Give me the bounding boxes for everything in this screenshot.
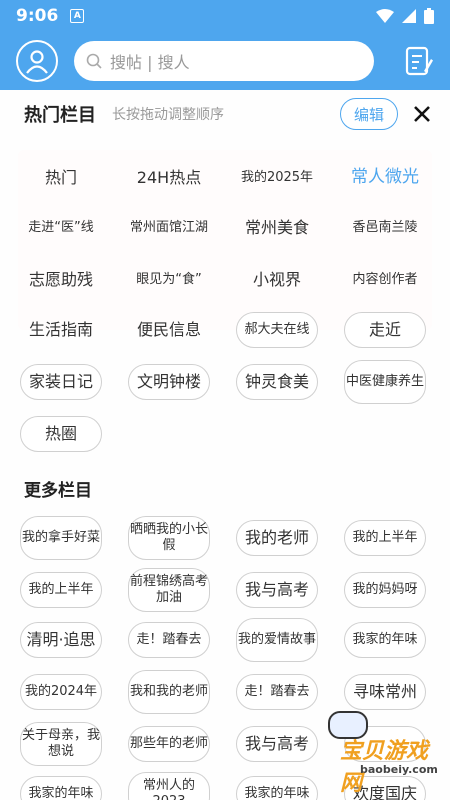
more-columns-title: 更多栏目 (24, 481, 92, 501)
column-chip[interactable]: 郝大夫在线 (236, 312, 318, 348)
status-bar: 9:06 A (0, 0, 450, 32)
more-column-chip[interactable]: 清明·追思 (20, 622, 102, 658)
column-chip[interactable]: 生活指南 (20, 312, 102, 348)
more-column-chip[interactable]: 我的妈妈呀 (344, 572, 426, 608)
column-chip[interactable]: 走进“医”线 (20, 210, 102, 246)
more-column-chip[interactable]: 我的上半年 (20, 572, 102, 608)
status-time: 9:06 (16, 6, 59, 26)
more-column-chip[interactable]: 我家的年味 (20, 776, 102, 800)
edit-button[interactable]: 编辑 (340, 98, 398, 130)
column-chip[interactable]: 志愿助残 (20, 262, 102, 298)
compose-icon (405, 46, 433, 76)
more-column-chip[interactable]: 走！踏春去 (128, 622, 210, 658)
more-column-chip[interactable]: 关于母亲，我想说 (20, 722, 102, 766)
column-chip[interactable]: 走近 (344, 312, 426, 348)
column-chip[interactable]: 内容创作者 (344, 262, 426, 298)
more-column-chip[interactable]: 我家的年味 (236, 776, 318, 800)
more-column-chip[interactable]: 我的2024年 (20, 674, 102, 710)
more-column-chip[interactable]: 那些年的老师 (128, 726, 210, 762)
notification-a-icon: A (70, 9, 85, 23)
more-column-chip[interactable]: 我的上半年 (344, 520, 426, 556)
more-column-chip[interactable]: 我家的年味 (344, 622, 426, 658)
column-chip[interactable]: 热门 (20, 160, 102, 196)
column-chip[interactable]: 香邑南兰陵 (344, 210, 426, 246)
more-column-chip[interactable]: 我的爱情故事 (236, 618, 318, 662)
site-watermark: 宝贝游戏网 baobeiy.com (320, 695, 440, 796)
status-icons (376, 8, 434, 24)
column-chip[interactable]: 文明钟楼 (128, 364, 210, 400)
user-avatar-button[interactable] (16, 40, 58, 82)
column-chip[interactable]: 眼见为“食” (128, 262, 210, 298)
column-chip[interactable]: 小视界 (236, 262, 318, 298)
compose-post-button[interactable] (404, 45, 434, 77)
close-icon (414, 106, 430, 122)
reorder-hint: 长按拖动调整顺序 (112, 107, 224, 123)
column-chip[interactable]: 常州面馆江湖 (128, 206, 210, 250)
user-icon (26, 50, 48, 74)
more-column-chip[interactable]: 我与高考 (236, 726, 318, 762)
more-column-chip[interactable]: 走！踏春去 (236, 674, 318, 710)
more-column-chip[interactable]: 前程锦绣高考加油 (128, 568, 210, 612)
panel-header: 热门栏目 长按拖动调整顺序 编辑 (0, 90, 450, 138)
column-manager-panel: 热门栏目 长按拖动调整顺序 编辑 热门 24H热点 我的2025年 常人微光 走… (0, 90, 450, 800)
column-chip[interactable]: 钟灵食美 (236, 364, 318, 400)
more-column-chip[interactable]: 我和我的老师 (128, 670, 210, 714)
column-chip[interactable]: 热圈 (20, 416, 102, 452)
more-column-chip[interactable]: 常州人的2023 (128, 772, 210, 800)
signal-icon (402, 9, 416, 23)
column-chip-active[interactable]: 常人微光 (344, 160, 426, 196)
column-chip[interactable]: 24H热点 (128, 160, 210, 196)
search-placeholder: 搜帖 | 搜人 (110, 53, 190, 72)
column-chip[interactable]: 便民信息 (128, 312, 210, 348)
watermark-url: baobeiy.com (360, 763, 438, 776)
more-column-chip[interactable]: 我与高考 (236, 572, 318, 608)
wifi-icon (376, 9, 394, 23)
column-chip[interactable]: 中医健康养生 (344, 360, 426, 404)
search-icon (86, 53, 102, 69)
column-chip[interactable]: 我的2025年 (236, 160, 318, 196)
hot-columns-title: 热门栏目 (24, 105, 96, 126)
search-input[interactable]: 搜帖 | 搜人 (74, 41, 374, 81)
battery-icon (424, 8, 434, 24)
app-header: 搜帖 | 搜人 (0, 32, 450, 90)
column-chip[interactable]: 常州美食 (236, 210, 318, 246)
column-chip[interactable]: 家装日记 (20, 364, 102, 400)
more-column-chip[interactable]: 我的老师 (236, 520, 318, 556)
close-button[interactable] (410, 102, 434, 126)
more-column-chip[interactable]: 我的拿手好菜 (20, 516, 102, 560)
more-column-chip[interactable]: 晒晒我的小长假 (128, 516, 210, 560)
